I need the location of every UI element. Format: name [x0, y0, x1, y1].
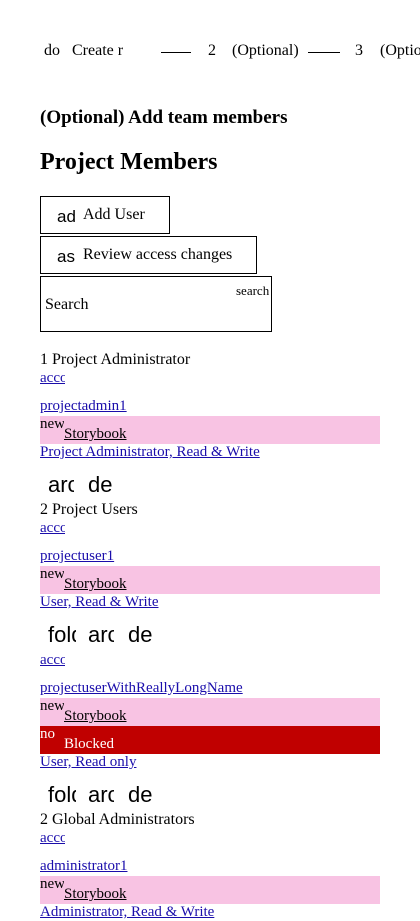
account-icon: account_circle [40, 830, 65, 846]
search-icon[interactable]: search [236, 283, 271, 299]
archive-icon[interactable]: archive [88, 622, 114, 648]
member-username[interactable]: administrator1 [40, 858, 127, 875]
member-username[interactable]: projectuser1 [40, 548, 114, 565]
member-actions: folder archive delete [40, 782, 180, 810]
account-icon: account_circle [40, 370, 65, 386]
tag-row-blocked: no Blocked [40, 726, 380, 754]
step1-label: Create r [72, 42, 124, 59]
member-actions: archive delete [40, 472, 140, 500]
new-icon: new [40, 698, 64, 714]
new-icon: new [40, 876, 64, 892]
tag-row: new Storybook [40, 698, 380, 726]
page-title: Project Members [40, 149, 218, 175]
group-title-global-admins: 2 Global Administrators [40, 811, 195, 828]
tag-storybook[interactable]: Storybook [64, 426, 127, 443]
group-title-project-users: 2 Project Users [40, 501, 138, 518]
page-subtitle: (Optional) Add team members [40, 107, 288, 128]
add-user-label: Add User [83, 206, 145, 223]
archive-icon[interactable]: archive [48, 472, 74, 498]
member-username[interactable]: projectuserWithReallyLongName [40, 680, 243, 697]
blocked-icon: no [40, 726, 55, 742]
tag-storybook[interactable]: Storybook [64, 708, 127, 725]
review-access-label: Review access changes [83, 246, 233, 263]
member-role-link[interactable]: Project Administrator, Read & Write [40, 444, 260, 461]
search-input[interactable] [45, 296, 225, 314]
tag-row: new Storybook [40, 566, 380, 594]
progress-stepper: do Create r 2 (Optional) 3 (Option [44, 40, 420, 64]
tag-storybook[interactable]: Storybook [64, 886, 127, 903]
member-actions: folder archive delete [40, 622, 180, 650]
folder-icon[interactable]: folder [48, 782, 76, 808]
add-user-button[interactable]: add Add User [40, 196, 170, 234]
group-title-project-admins: 1 Project Administrator [40, 351, 191, 368]
delete-icon[interactable]: delete [128, 782, 154, 808]
account-icon: account_circle [40, 520, 65, 536]
add-icon: add [57, 207, 75, 226]
assignment-icon: assignment [57, 247, 75, 266]
search-field: search [40, 276, 272, 332]
step2-number: 2 [208, 42, 216, 59]
member-role-link[interactable]: Administrator, Read & Write [40, 904, 214, 921]
member-role-link[interactable]: User, Read only [40, 754, 136, 771]
step-connector [308, 52, 340, 53]
new-icon: new [40, 416, 64, 432]
tag-row: new Storybook [40, 416, 380, 444]
member-username[interactable]: projectadmin1 [40, 398, 127, 415]
step-connector [161, 52, 191, 53]
step2-label: (Optional) [232, 42, 299, 59]
tag-row: new Storybook [40, 876, 380, 904]
tag-storybook[interactable]: Storybook [64, 576, 127, 593]
archive-icon[interactable]: archive [88, 782, 114, 808]
step3-label: (Option [380, 42, 420, 59]
new-icon: new [40, 566, 64, 582]
step3-number: 3 [355, 42, 363, 59]
account-icon: account_circle [40, 652, 65, 668]
delete-icon[interactable]: delete [88, 472, 114, 498]
step1-done-icon: do [44, 42, 60, 59]
tag-blocked[interactable]: Blocked [64, 736, 114, 753]
review-access-button[interactable]: assignment Review access changes [40, 236, 257, 274]
folder-icon[interactable]: folder [48, 622, 76, 648]
delete-icon[interactable]: delete [128, 622, 154, 648]
member-role-link[interactable]: User, Read & Write [40, 594, 158, 611]
